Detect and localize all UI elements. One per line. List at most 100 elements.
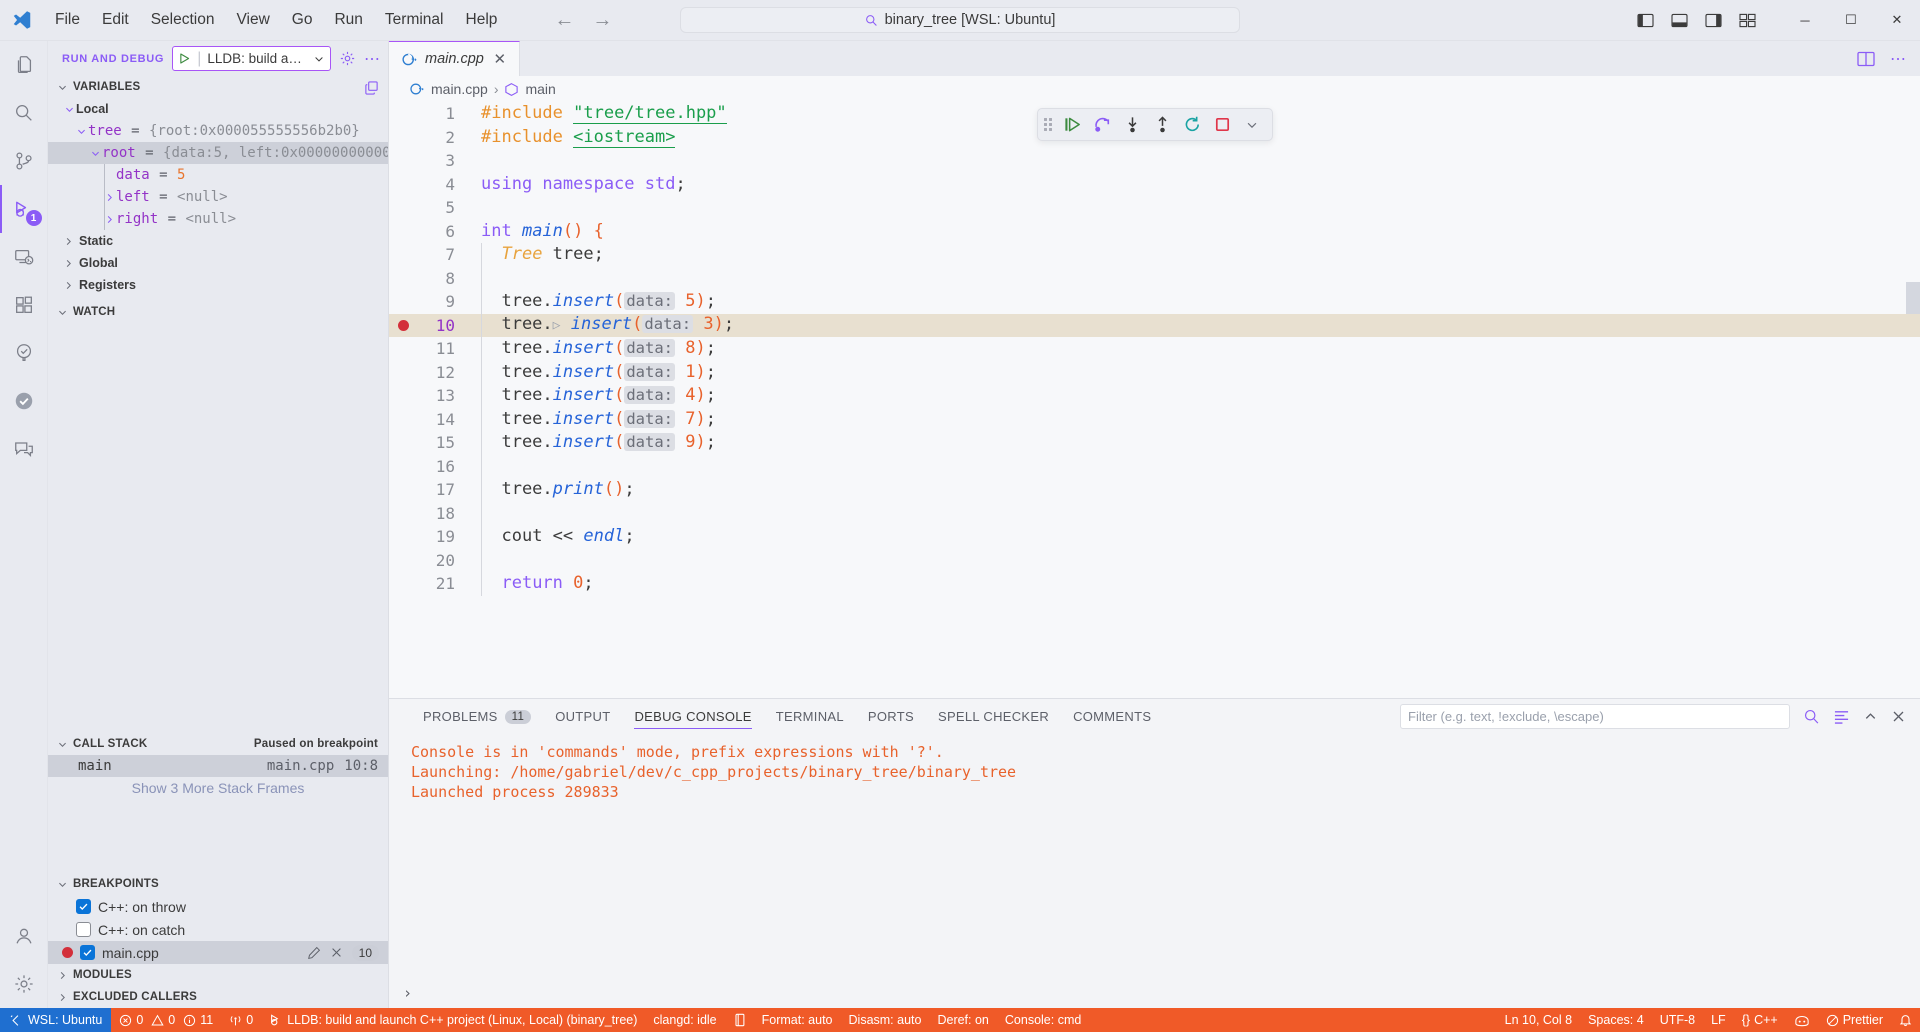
variable-row[interactable]: right = <null>: [48, 208, 388, 230]
debug-continue-button[interactable]: [1059, 111, 1086, 138]
section-variables[interactable]: VARIABLES: [48, 76, 388, 98]
code-line[interactable]: 12 tree.insert(data: 1);: [389, 360, 1920, 384]
status-format[interactable]: Format: auto: [754, 1008, 841, 1032]
launch-configuration-select[interactable]: | LLDB: build and launch C++ project: [172, 46, 331, 71]
section-excluded-callers[interactable]: EXCLUDED CALLERS: [48, 986, 388, 1008]
breadcrumb-file[interactable]: main.cpp: [431, 81, 488, 97]
menu-help[interactable]: Help: [455, 7, 509, 33]
menu-file[interactable]: File: [44, 7, 91, 33]
status-debug-config[interactable]: LLDB: build and launch C++ project (Linu…: [261, 1008, 645, 1032]
console-filter-input[interactable]: Filter (e.g. text, !exclude, \escape): [1400, 704, 1790, 729]
activity-testing[interactable]: [0, 329, 48, 377]
debug-more-actions-icon[interactable]: [1239, 111, 1266, 138]
debug-step-out-button[interactable]: [1149, 111, 1176, 138]
tab-ports[interactable]: PORTS: [856, 699, 926, 734]
activity-checks[interactable]: [0, 377, 48, 425]
menu-selection[interactable]: Selection: [140, 7, 226, 33]
status-deref[interactable]: Deref: on: [929, 1008, 996, 1032]
window-close-button[interactable]: ✕: [1874, 0, 1920, 40]
clear-console-icon[interactable]: [1833, 709, 1850, 724]
close-panel-icon[interactable]: [1891, 709, 1906, 724]
status-eol[interactable]: LF: [1703, 1008, 1734, 1032]
status-remote-indicator[interactable]: WSL: Ubuntu: [0, 1008, 112, 1032]
debug-restart-button[interactable]: [1179, 111, 1206, 138]
menu-edit[interactable]: Edit: [91, 7, 140, 33]
back-arrow-icon[interactable]: ←: [554, 10, 574, 30]
tab-problems[interactable]: PROBLEMS 11: [411, 699, 543, 734]
code-line[interactable]: 4 using namespace std;: [389, 173, 1920, 197]
breakpoint-checkbox[interactable]: [76, 922, 91, 937]
tab-debug-console[interactable]: DEBUG CONSOLE: [622, 699, 763, 734]
debug-step-into-button[interactable]: [1119, 111, 1146, 138]
status-language-mode[interactable]: {} C++: [1734, 1008, 1786, 1032]
chevron-down-icon[interactable]: [313, 53, 325, 65]
status-encoding[interactable]: UTF-8: [1652, 1008, 1703, 1032]
tab-comments[interactable]: COMMENTS: [1061, 699, 1163, 734]
tab-main-cpp[interactable]: main.cpp ✕: [389, 41, 520, 76]
breakpoint-checkbox[interactable]: [80, 945, 95, 960]
activity-remote-explorer[interactable]: [0, 233, 48, 281]
variable-row[interactable]: root = {data:5, left:0x00000000000000… 0…: [48, 142, 388, 164]
breakpoint-gutter[interactable]: [389, 319, 417, 331]
code-line[interactable]: 11 tree.insert(data: 8);: [389, 337, 1920, 361]
activity-search[interactable]: [0, 89, 48, 137]
code-line[interactable]: 21 return 0;: [389, 572, 1920, 596]
edit-breakpoint-icon[interactable]: [307, 946, 321, 960]
toggle-secondary-sidebar-icon[interactable]: [1705, 13, 1722, 28]
variable-scope-global[interactable]: Global: [48, 252, 388, 274]
variable-row[interactable]: tree = {root:0x000055555556b2b0}: [48, 120, 388, 142]
status-problems[interactable]: 0 0 11: [111, 1008, 221, 1032]
tab-close-icon[interactable]: ✕: [491, 50, 509, 68]
section-call-stack[interactable]: CALL STACK Paused on breakpoint: [48, 733, 388, 755]
sidebar-more-actions-icon[interactable]: ⋯: [364, 49, 380, 69]
toggle-primary-sidebar-icon[interactable]: [1637, 13, 1654, 28]
remove-breakpoint-icon[interactable]: [330, 946, 343, 959]
tab-spell-checker[interactable]: SPELL CHECKER: [926, 699, 1061, 734]
status-notifications[interactable]: [1891, 1008, 1920, 1032]
variable-scope-static[interactable]: Static: [48, 230, 388, 252]
code-line[interactable]: 18: [389, 501, 1920, 525]
maximize-panel-icon[interactable]: [1863, 709, 1878, 724]
code-line[interactable]: 14 tree.insert(data: 7);: [389, 407, 1920, 431]
breakpoint-item[interactable]: C++: on catch: [48, 918, 388, 941]
variable-scope-local[interactable]: Local: [48, 98, 388, 120]
code-line[interactable]: 15 tree.insert(data: 9);: [389, 431, 1920, 455]
search-icon[interactable]: [1803, 708, 1820, 725]
status-ports[interactable]: 0: [221, 1008, 261, 1032]
section-breakpoints[interactable]: BREAKPOINTS: [48, 873, 388, 895]
editor-more-actions-icon[interactable]: ⋯: [1890, 49, 1906, 69]
code-line[interactable]: 19 cout << endl;: [389, 525, 1920, 549]
tab-output[interactable]: OUTPUT: [543, 699, 622, 734]
chevron-down-icon[interactable]: [74, 126, 88, 137]
menu-run[interactable]: Run: [323, 7, 373, 33]
forward-arrow-icon[interactable]: →: [592, 10, 612, 30]
breadcrumb-symbol[interactable]: main: [525, 81, 555, 97]
code-line[interactable]: 10 tree.▷ insert(data: 3);: [389, 313, 1920, 337]
customize-layout-icon[interactable]: [1739, 13, 1756, 28]
status-clangd[interactable]: clangd: idle: [645, 1008, 724, 1032]
debug-console-input[interactable]: ›: [389, 978, 1920, 1008]
code-line[interactable]: 9 tree.insert(data: 5);: [389, 290, 1920, 314]
breakpoint-checkbox[interactable]: [76, 899, 91, 914]
code-line[interactable]: 16: [389, 454, 1920, 478]
variable-row[interactable]: left = <null>: [48, 186, 388, 208]
status-disasm[interactable]: Disasm: auto: [841, 1008, 930, 1032]
variable-scope-registers[interactable]: Registers: [48, 274, 388, 296]
status-console-mode[interactable]: Console: cmd: [997, 1008, 1089, 1032]
menu-view[interactable]: View: [225, 7, 280, 33]
breakpoint-item[interactable]: main.cpp 10: [48, 941, 388, 964]
activity-run-and-debug[interactable]: 1: [0, 185, 48, 233]
toggle-panel-icon[interactable]: [1671, 13, 1688, 28]
status-notebook-icon[interactable]: [725, 1008, 754, 1032]
chevron-down-icon[interactable]: [88, 148, 102, 159]
activity-extensions[interactable]: [0, 281, 48, 329]
section-watch[interactable]: WATCH: [48, 301, 388, 323]
breakpoint-dot-icon[interactable]: [397, 319, 409, 331]
code-editor[interactable]: 1 #include "tree/tree.hpp" 2 #include <iost…: [389, 102, 1920, 698]
activity-settings[interactable]: [0, 960, 48, 1008]
section-modules[interactable]: MODULES: [48, 964, 388, 986]
code-line[interactable]: 13 tree.insert(data: 4);: [389, 384, 1920, 408]
window-maximize-button[interactable]: ☐: [1828, 0, 1874, 40]
call-stack-frame[interactable]: main main.cpp 10:8: [48, 755, 388, 777]
copy-variables-icon[interactable]: [364, 80, 388, 95]
